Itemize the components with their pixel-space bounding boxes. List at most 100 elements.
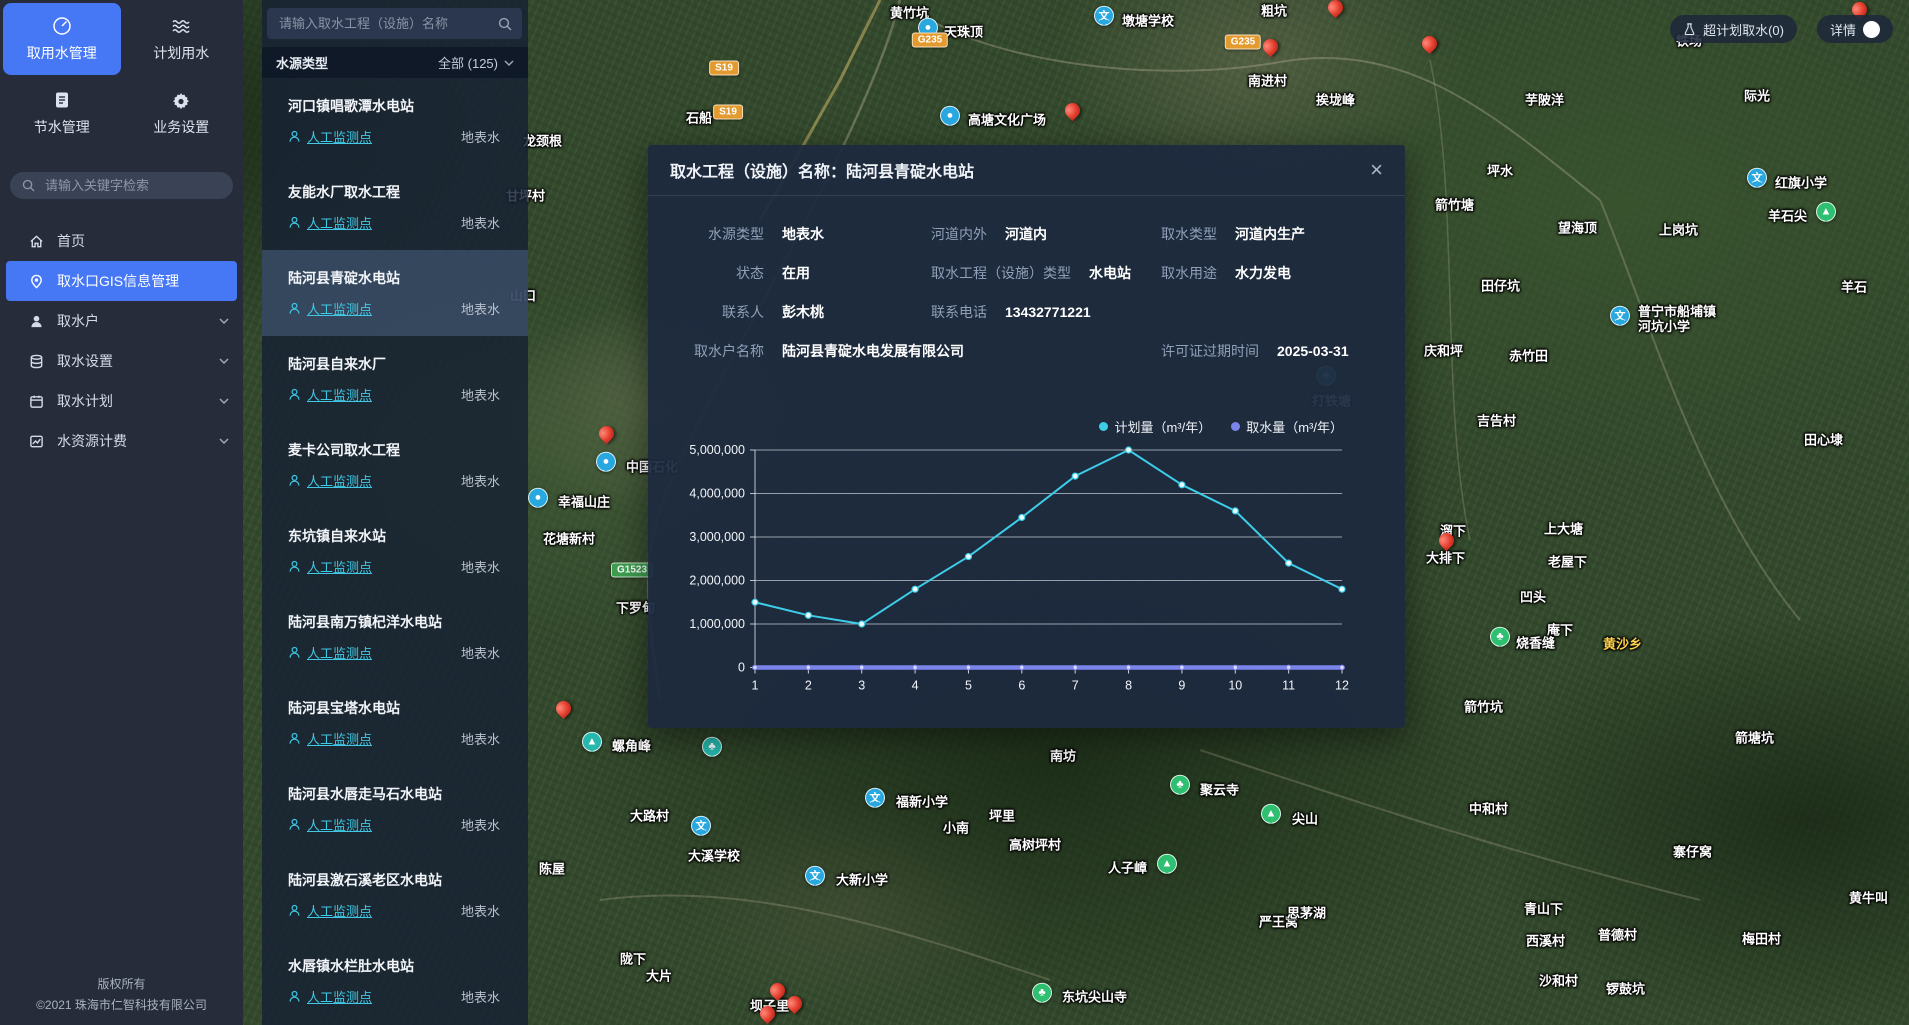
station-search-input[interactable] (277, 15, 490, 32)
over-plan-button[interactable]: 超计划取水(0) (1670, 15, 1797, 43)
monitor-link[interactable]: 人工监测点 (288, 127, 372, 146)
map-pin-tree[interactable]: ♣ (1490, 627, 1510, 653)
map-label: 螺角峰 (612, 740, 651, 755)
app-tile[interactable]: 计划用水 (123, 3, 241, 75)
map-pin-poi[interactable]: ● (528, 488, 548, 514)
map-pin-poi[interactable]: ● (596, 452, 616, 478)
map-label: 青山下 (1524, 903, 1563, 918)
app-label: 取用水管理 (27, 43, 97, 63)
map-pin-mtn[interactable]: ▲ (1816, 202, 1836, 228)
field: 取水用途 水力发电 (1161, 263, 1291, 283)
water-type: 地表水 (461, 127, 500, 146)
map-pin-school[interactable]: 文 (1747, 168, 1767, 194)
map-pin-red[interactable] (760, 1006, 776, 1022)
map-pin-teal[interactable]: ▲ (582, 732, 602, 758)
monitor-link[interactable]: 人工监测点 (288, 729, 372, 748)
monitor-link[interactable]: 人工监测点 (288, 299, 372, 318)
map-pin-red[interactable] (556, 701, 572, 717)
station-list-item[interactable]: 麦卡公司取水工程 人工监测点 地表水 (262, 422, 528, 508)
map-pin-school[interactable]: 文 (805, 866, 825, 892)
field-value: 彭木桃 (782, 302, 824, 322)
map-pin-red[interactable] (599, 426, 615, 442)
station-list-item[interactable]: 东坑镇自来水站 人工监测点 地表水 (262, 508, 528, 594)
map-pin-tree[interactable]: ♣ (1032, 983, 1052, 1009)
app-label: 计划用水 (153, 43, 209, 63)
map-pin-red[interactable] (1328, 0, 1344, 16)
monitor-link[interactable]: 人工监测点 (288, 901, 372, 920)
map-pin-mtn[interactable]: ▲ (1261, 804, 1281, 830)
map-label: 羊石 (1841, 281, 1867, 296)
map-pin-mtn[interactable]: ▲ (1157, 854, 1177, 880)
sidebar-menu-item[interactable]: 取水设置 (0, 341, 243, 381)
sidebar-menu: 首页 取水口GIS信息管理 取水户 取水设置 取水计划 水资源计费 (0, 221, 243, 461)
station-list-item[interactable]: 陆河县青碇水电站 人工监测点 地表水 (262, 250, 528, 336)
station-list-item[interactable]: 河口镇唱歌潭水电站 人工监测点 地表水 (262, 78, 528, 164)
monitor-label: 人工监测点 (307, 471, 372, 490)
toggle-knob[interactable] (1863, 21, 1880, 38)
map-pin-red[interactable] (787, 996, 803, 1012)
person-icon (288, 216, 301, 229)
map-pin-school[interactable]: 文 (865, 788, 885, 814)
sidebar-search[interactable] (10, 172, 233, 199)
station-list-item[interactable]: 水唇镇水栏肚水电站 人工监测点 地表水 (262, 938, 528, 1024)
sidebar-menu-item[interactable]: 水资源计费 (0, 421, 243, 461)
map-pin-red[interactable] (770, 983, 786, 999)
monitor-link[interactable]: 人工监测点 (288, 385, 372, 404)
station-meta: 人工监测点 地表水 (288, 987, 500, 1006)
station-list-item[interactable]: 陆河县水唇走马石水电站 人工监测点 地表水 (262, 766, 528, 852)
monitor-label: 人工监测点 (307, 987, 372, 1006)
map-pin-red[interactable] (1263, 39, 1279, 55)
map-pin-school[interactable]: 文 (691, 816, 711, 842)
station-meta: 人工监测点 地表水 (288, 643, 500, 662)
station-list-item[interactable]: 陆河县宝塔水电站 人工监测点 地表水 (262, 680, 528, 766)
map-pin-red[interactable] (1065, 103, 1081, 119)
map-label: 坪水 (1487, 165, 1513, 180)
monitor-link[interactable]: 人工监测点 (288, 557, 372, 576)
detail-toggle[interactable]: 详情 (1817, 15, 1893, 43)
station-list-item[interactable]: 陆河县激石溪老区水电站 人工监测点 地表水 (262, 852, 528, 938)
map-label: 龙颈根 (523, 135, 562, 150)
sidebar-menu-item[interactable]: 取水计划 (0, 381, 243, 421)
monitor-link[interactable]: 人工监测点 (288, 643, 372, 662)
sidebar-search-input[interactable] (43, 177, 221, 194)
map-pin-teal[interactable]: ♣ (702, 737, 722, 763)
map-pin-red[interactable] (1422, 36, 1438, 52)
app-tile[interactable]: 业务设置 (123, 77, 241, 149)
map-label: 箭竹坑 (1464, 701, 1503, 716)
sidebar-menu-item[interactable]: 首页 (0, 221, 243, 261)
map-label: 南坊 (1050, 750, 1076, 765)
monitor-link[interactable]: 人工监测点 (288, 987, 372, 1006)
field-label: 水源类型 (688, 224, 764, 244)
filter-dropdown[interactable]: 全部 (125) (438, 53, 514, 72)
station-list-item[interactable]: 陆河县自来水厂 人工监测点 地表水 (262, 336, 528, 422)
monitor-link[interactable]: 人工监测点 (288, 213, 372, 232)
app-tile[interactable]: 节水管理 (3, 77, 121, 149)
map-pin-school[interactable]: 文 (1094, 6, 1114, 32)
sidebar-menu-item[interactable]: 取水户 (0, 301, 243, 341)
map-pin-red[interactable] (1439, 533, 1455, 549)
close-icon[interactable]: × (1370, 159, 1383, 181)
chevron-down-icon (219, 316, 229, 326)
map-label: 大片 (646, 970, 672, 985)
sidebar-menu-item[interactable]: 取水口GIS信息管理 (6, 261, 237, 301)
monitor-label: 人工监测点 (307, 385, 372, 404)
app-tile[interactable]: 取用水管理 (3, 3, 121, 75)
map-pin-poi[interactable]: ● (940, 106, 960, 132)
station-search[interactable] (267, 8, 522, 39)
map-label: 墩塘学校 (1122, 15, 1174, 30)
water-type: 地表水 (461, 299, 500, 318)
legend-label: 计划量（m³/年） (1114, 417, 1211, 436)
field-value: 河道内 (1005, 224, 1047, 244)
station-meta: 人工监测点 地表水 (288, 299, 500, 318)
station-list-item[interactable]: 陆河县南万镇杞洋水电站 人工监测点 地表水 (262, 594, 528, 680)
map-pin-tree[interactable]: ♣ (1170, 775, 1190, 801)
map-pin-school[interactable]: 文 (1610, 306, 1630, 332)
monitor-link[interactable]: 人工监测点 (288, 815, 372, 834)
monitor-link[interactable]: 人工监测点 (288, 471, 372, 490)
map-label: 箭竹塘 (1435, 199, 1474, 214)
road-badge: S19 (713, 105, 743, 120)
map-label: 羊石尖 (1768, 210, 1807, 225)
waves-icon (171, 16, 191, 36)
station-name: 陆河县自来水厂 (288, 354, 500, 374)
station-list-item[interactable]: 友能水厂取水工程 人工监测点 地表水 (262, 164, 528, 250)
